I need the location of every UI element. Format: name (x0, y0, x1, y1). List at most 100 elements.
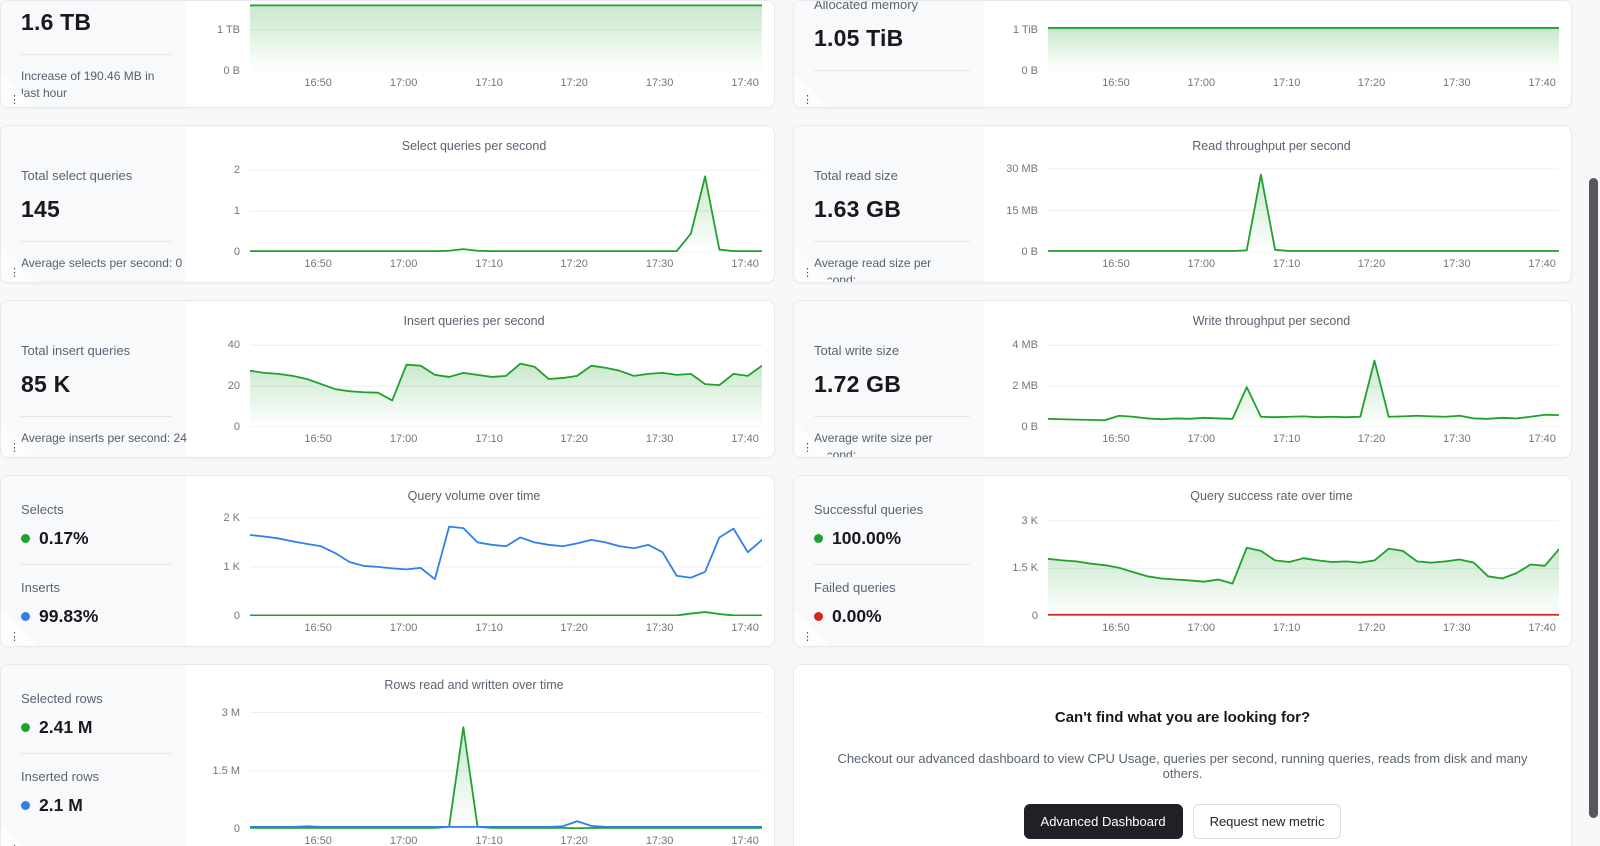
cta-title: Can't find what you are looking for? (1054, 709, 1311, 726)
x-tick-label: 17:20 (1357, 258, 1386, 270)
divider (814, 70, 970, 71)
chart-plot[interactable] (1048, 508, 1559, 616)
stat-panel: Successful queries 100.00% Failed querie… (794, 476, 984, 646)
query-success-card: Successful queries 100.00% Failed querie… (793, 475, 1572, 647)
y-tick-label: 40 (227, 339, 240, 352)
advanced-dashboard-button[interactable]: Advanced Dashboard (1023, 804, 1183, 839)
card-corner-handle-icon[interactable]: ⋮ (1, 610, 37, 646)
y-tick-label: 3 M (221, 706, 240, 719)
x-tick-label: 17:20 (560, 77, 588, 89)
chart-plot[interactable] (1048, 333, 1559, 427)
x-tick-label: 16:50 (1102, 77, 1130, 89)
x-tick-label: 16:50 (1102, 433, 1130, 445)
stat-value: 1.63 GB (814, 196, 902, 222)
x-tick-label: 17:10 (475, 622, 503, 634)
stat-panel: Total insert queries 85 K Average insert… (1, 301, 187, 457)
allocated-memory-card: Allocated memory 1.05 TiB ⋮ 0 B 1 TiB 16:… (793, 0, 1572, 108)
x-tick-label: 17:20 (1357, 622, 1386, 634)
y-tick-label: 1 K (223, 560, 240, 573)
stat-panel: Selected rows 2.41 M Inserted rows 2.1 M… (1, 665, 186, 846)
chart-title: Write throughput per second (1192, 314, 1351, 328)
select-qps-chart: Select queries per second 0 1 2 16:50 17:00… (186, 126, 774, 282)
y-tick-label: 1 (233, 205, 240, 218)
card-corner-handle-icon[interactable]: ⋮ (794, 421, 830, 457)
write-throughput-chart: Write throughput per second 0 B2 MB 4 MB … (984, 301, 1571, 457)
stat-subtext-line1: Average read size per second: (814, 256, 932, 283)
chart-title: Insert queries per second (403, 314, 545, 328)
cta-buttons: Advanced Dashboard Request new metric (1023, 804, 1342, 839)
x-tick-label: 17:30 (1443, 433, 1471, 445)
chart-plot[interactable] (250, 333, 762, 427)
stat-subtext: Average write size per second:477 KB (814, 430, 970, 457)
x-tick-label: 17:00 (389, 622, 418, 634)
stat-panel: Selects 0.17% Inserts 99.83% ⋮ (1, 476, 186, 646)
stat-value: 0.17% (21, 528, 172, 549)
stat-subtext: Increase of 190.46 MB in last hour (21, 69, 155, 101)
stat-value-text: 99.83% (39, 606, 99, 626)
x-tick-label: 17:20 (560, 835, 588, 846)
insert-queries-card: Total insert queries 85 K Average insert… (0, 300, 775, 458)
request-new-metric-button[interactable]: Request new metric (1192, 804, 1342, 839)
chart-plot[interactable] (250, 158, 762, 252)
x-tick-label: 17:20 (560, 258, 588, 270)
blue-dot-icon (21, 801, 30, 810)
x-tick-label: 17:30 (645, 77, 674, 89)
y-tick-label: 4 MB (1012, 339, 1038, 352)
stat-label: Selects (21, 502, 64, 517)
green-dot-icon (21, 723, 30, 732)
y-tick-label: 15 MB (1006, 204, 1038, 217)
x-tick-label: 17:00 (1187, 77, 1216, 89)
chart-title: Rows read and written over time (384, 678, 564, 692)
card-corner-handle-icon[interactable]: ⋮ (1, 421, 37, 457)
stat-label: Inserts (21, 580, 61, 595)
y-axis: 0 B 1 TiB (984, 1, 1048, 77)
stat-panel: Total read size 1.63 GB Average read siz… (794, 126, 984, 282)
disk-usage-card: 1.6 TB Increase of 190.46 MB in last hou… (0, 0, 775, 108)
insert-qps-chart: Insert queries per second 0 20 40 16:50 17:… (186, 301, 774, 457)
x-tick-label: 16:50 (304, 258, 332, 270)
chart-title: Select queries per second (401, 139, 547, 153)
x-tick-label: 17:40 (1528, 77, 1556, 89)
stat-label: Successful queries (814, 502, 924, 517)
stat-value: 100.00% (814, 528, 970, 549)
stat-value: 2.1 M (21, 795, 172, 816)
x-axis: 16:50 17:00 17:10 17:20 17:30 17:40 (250, 829, 762, 846)
y-tick-label: 0 B (223, 65, 240, 77)
stat-value-text: 100.00% (832, 528, 902, 548)
x-tick-label: 17:10 (1272, 258, 1301, 270)
card-corner-handle-icon[interactable]: ⋮ (794, 73, 830, 107)
query-volume-card: Selects 0.17% Inserts 99.83% ⋮ Query vol… (0, 475, 775, 647)
divider (21, 416, 172, 417)
card-corner-handle-icon[interactable]: ⋮ (794, 246, 830, 282)
y-axis: 0 B 15 MB 30 MB (984, 158, 1048, 258)
chart-plot[interactable] (250, 508, 762, 616)
y-tick-label: 0 (233, 421, 240, 433)
y-tick-label: 2 (233, 164, 240, 177)
vertical-scrollbar-thumb[interactable] (1589, 178, 1598, 818)
chart-plot[interactable] (1048, 0, 1559, 71)
divider (814, 241, 970, 242)
y-tick-label: 2 MB (1012, 380, 1038, 393)
x-tick-label: 17:10 (1272, 433, 1301, 445)
y-tick-label: 3 K (1021, 514, 1038, 527)
chart-plot[interactable] (250, 697, 762, 829)
select-queries-card: Total select queries 145 Average selects… (0, 125, 775, 283)
stat-value: 1.6 TB (21, 9, 92, 35)
chart-plot[interactable] (1048, 158, 1559, 252)
card-corner-handle-icon[interactable]: ⋮ (794, 610, 830, 646)
chart-plot[interactable] (250, 0, 762, 71)
divider (21, 241, 172, 242)
card-corner-handle-icon[interactable]: ⋮ (1, 73, 37, 107)
stat-subtext: Average read size per second:452 KB (814, 255, 970, 283)
y-tick-label: 0 (1031, 610, 1038, 622)
x-tick-label: 17:00 (389, 835, 418, 846)
x-tick-label: 17:10 (1272, 622, 1301, 634)
query-success-chart: Query success rate over time 0 1.5 K 3 K 1… (984, 476, 1571, 646)
y-axis: 0 1 2 (186, 158, 250, 258)
card-corner-handle-icon[interactable]: ⋮ (1, 246, 37, 282)
stat-label: Allocated memory (814, 0, 919, 12)
stat-label: Total read size (814, 168, 898, 183)
x-tick-label: 17:00 (389, 258, 418, 270)
stat-label: Total insert queries (21, 343, 131, 358)
card-corner-handle-icon[interactable]: ⋮ (1, 823, 37, 846)
